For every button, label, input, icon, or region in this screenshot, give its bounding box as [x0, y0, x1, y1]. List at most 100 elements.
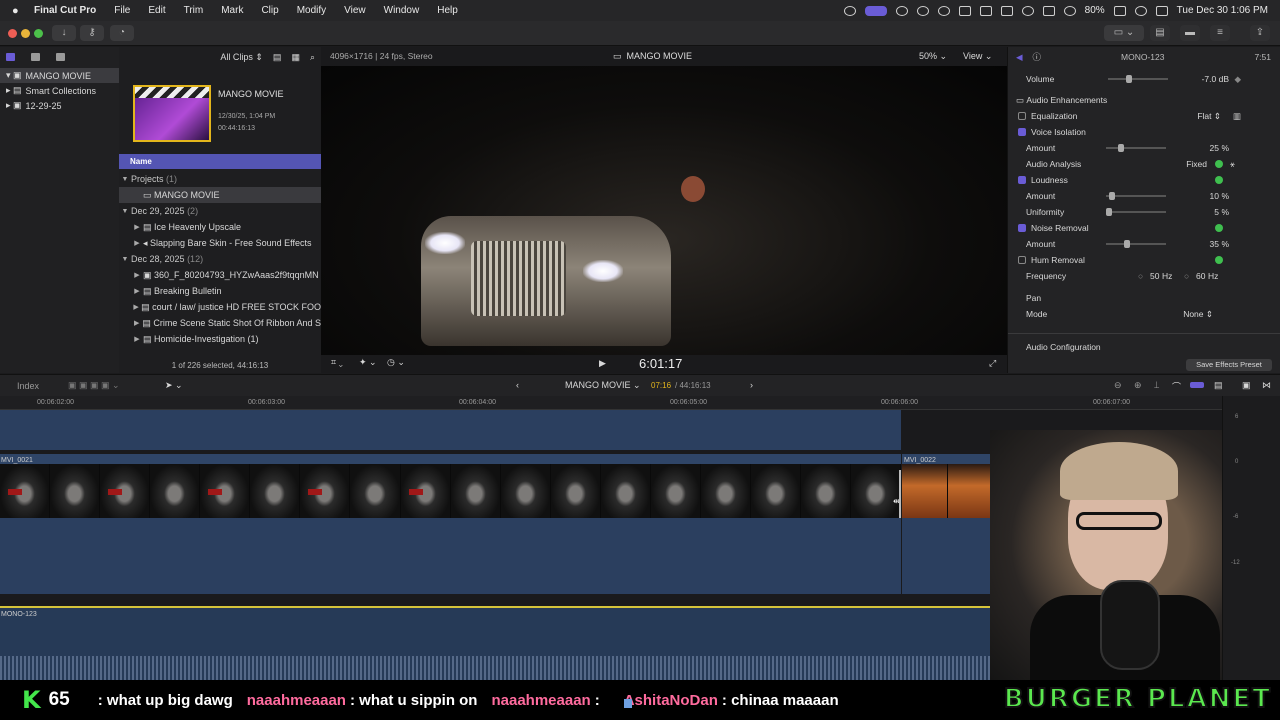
- list-item[interactable]: ▶ ▤ Breaking Bulletin: [119, 283, 321, 299]
- zoom-out-icon[interactable]: ⊖: [1114, 380, 1122, 391]
- keyword-button[interactable]: ⚷: [80, 25, 104, 41]
- voice-isolation-slider[interactable]: [1106, 144, 1166, 152]
- control-center-icon[interactable]: [1155, 5, 1168, 16]
- apple-menu-icon[interactable]: ●: [12, 5, 23, 17]
- list-item[interactable]: ▶ ▣ 360_F_80204793_HYZwAaas2f9tqqnMN: [119, 267, 321, 283]
- zoom-in-icon[interactable]: ⊕: [1134, 380, 1142, 391]
- minimize-window-button[interactable]: [21, 29, 30, 38]
- list-item[interactable]: ▶ ◂ Slapping Bare Skin - Free Sound Effec…: [119, 235, 321, 251]
- search-icon[interactable]: ⌕: [310, 52, 315, 63]
- snapping-toggle[interactable]: [1190, 382, 1204, 388]
- effects-browser-icon[interactable]: ▣: [1242, 380, 1251, 391]
- enhance-tool-menu[interactable]: ✦ ⌄: [359, 357, 377, 368]
- audio-configuration-label[interactable]: Audio Configuration: [1026, 342, 1101, 352]
- edit-point[interactable]: [899, 470, 901, 518]
- loudness-amount-slider[interactable]: [1106, 192, 1166, 200]
- disclosure-closed-icon[interactable]: ▶: [131, 271, 143, 279]
- clip-a-filmstrip[interactable]: [0, 464, 901, 518]
- group-projects[interactable]: ▼ Projects (1): [119, 171, 321, 187]
- library-item-mango-movie[interactable]: ▾ ▣ MANGO MOVIE: [0, 68, 119, 83]
- toggle-inspector-button[interactable]: ≡: [1210, 25, 1230, 41]
- library-item-event[interactable]: ▸ ▣ 12-29-25: [0, 98, 119, 113]
- disclosure-closed-icon[interactable]: ▶: [131, 239, 143, 247]
- background-tasks-button[interactable]: ◔: [110, 25, 134, 41]
- noise-removal-checkbox[interactable]: [1018, 224, 1026, 232]
- import-button[interactable]: ↓: [52, 25, 76, 41]
- view-menu[interactable]: View ⌄: [963, 51, 992, 62]
- play-icon[interactable]: [937, 5, 950, 16]
- bluetooth-icon[interactable]: [1021, 5, 1034, 16]
- volume-icon[interactable]: [958, 5, 971, 16]
- menu-window[interactable]: Window: [384, 5, 420, 16]
- app-menu[interactable]: Final Cut Pro: [34, 5, 96, 16]
- close-window-button[interactable]: [8, 29, 17, 38]
- menu-mark[interactable]: Mark: [221, 5, 243, 16]
- disclosure-closed-icon[interactable]: ▶: [131, 303, 141, 311]
- radio-50hz[interactable]: ○: [1138, 271, 1143, 281]
- disclosure-open-icon[interactable]: ▼: [119, 256, 131, 263]
- wifi-icon[interactable]: [1063, 5, 1076, 16]
- noise-removal-amount[interactable]: 35: [1210, 239, 1219, 249]
- toggle-browser-button[interactable]: ▤: [1150, 25, 1170, 41]
- list-view-icon[interactable]: ▦: [291, 52, 300, 63]
- screen-record-icon[interactable]: [864, 5, 887, 16]
- skimming-icon[interactable]: ⟘: [1154, 380, 1159, 391]
- fullscreen-icon[interactable]: ⤢: [989, 358, 996, 369]
- list-item[interactable]: ▶ ▤ Crime Scene Static Shot Of Ribbon And…: [119, 315, 321, 331]
- group-dec-28[interactable]: ▼ Dec 28, 2025 (12): [119, 251, 321, 267]
- history-back-icon[interactable]: ‹: [516, 380, 519, 390]
- headphones-icon[interactable]: [1042, 5, 1055, 16]
- transitions-icon[interactable]: ⋈: [1262, 380, 1271, 391]
- voice-isolation-checkbox[interactable]: [1018, 128, 1026, 136]
- share-icon[interactable]: ⇪: [1250, 25, 1270, 41]
- loudness-amount[interactable]: 10: [1210, 191, 1219, 201]
- menubar-clock[interactable]: Tue Dec 30 1:06 PM: [1177, 5, 1268, 16]
- battery-icon[interactable]: [1113, 5, 1126, 16]
- volume-value[interactable]: -7.0 dB: [1202, 74, 1229, 84]
- uniformity-slider[interactable]: [1106, 208, 1166, 216]
- disclosure-closed-icon[interactable]: ▶: [131, 287, 143, 295]
- clip-a-audio[interactable]: [0, 518, 901, 594]
- magic-wand-icon[interactable]: ⚹: [1230, 159, 1235, 170]
- clip-filter-menu[interactable]: All Clips ⇕: [220, 52, 263, 63]
- uniformity-value[interactable]: 5: [1214, 207, 1219, 217]
- capture-icon[interactable]: [979, 5, 992, 16]
- eq-graph-icon[interactable]: ▥: [1233, 111, 1241, 122]
- audio-skimming-icon[interactable]: ⌒: [1172, 380, 1181, 393]
- volume-slider[interactable]: [1108, 75, 1168, 83]
- voice-isolation-amount[interactable]: 25: [1210, 143, 1219, 153]
- libraries-icon[interactable]: [6, 53, 15, 61]
- zoom-menu[interactable]: 50% ⌄: [919, 51, 947, 62]
- share-menu-button[interactable]: ▭ ⌄: [1104, 25, 1144, 41]
- menu-edit[interactable]: Edit: [148, 5, 165, 16]
- hum-removal-checkbox[interactable]: [1018, 256, 1026, 264]
- noise-removal-slider[interactable]: [1106, 240, 1166, 248]
- save-effects-preset-button[interactable]: Save Effects Preset: [1186, 359, 1272, 371]
- timer-icon[interactable]: [916, 5, 929, 16]
- loudness-checkbox[interactable]: [1018, 176, 1026, 184]
- photos-audio-icon[interactable]: [31, 53, 40, 61]
- creative-cloud-icon[interactable]: [843, 5, 856, 16]
- transform-tool-menu[interactable]: ⌗ ⌄: [331, 357, 343, 368]
- keyframe-icon[interactable]: ◆: [1234, 74, 1241, 85]
- connected-storyline-upper[interactable]: [0, 410, 901, 450]
- menu-modify[interactable]: Modify: [297, 5, 326, 16]
- menu-file[interactable]: File: [114, 5, 130, 16]
- disclosure-open-icon[interactable]: ▼: [119, 208, 131, 215]
- history-forward-icon[interactable]: ›: [750, 380, 753, 390]
- pan-mode-menu[interactable]: None ⇕: [1183, 309, 1213, 320]
- search-icon[interactable]: [1134, 5, 1147, 16]
- column-header-name[interactable]: Name: [119, 154, 321, 169]
- disclosure-closed-icon[interactable]: ▶: [131, 319, 142, 327]
- toggle-timeline-button[interactable]: ▬: [1180, 25, 1200, 41]
- retime-tool-menu[interactable]: ◷ ⌄: [387, 357, 405, 368]
- clip-appearance-icon[interactable]: ▤: [1214, 380, 1223, 391]
- menu-trim[interactable]: Trim: [184, 5, 204, 16]
- viewer-timecode[interactable]: 6:01:17: [639, 356, 682, 371]
- timeline-ruler[interactable]: 00:06:02:00 00:06:03:00 00:06:04:00 00:0…: [0, 396, 1222, 410]
- disclosure-closed-icon[interactable]: ▶: [131, 335, 143, 343]
- menu-help[interactable]: Help: [437, 5, 458, 16]
- library-item-smart-collections[interactable]: ▸ ▤ Smart Collections: [0, 83, 119, 98]
- index-button[interactable]: Index: [17, 381, 39, 391]
- audio-inspector-tab-icon[interactable]: ◀: [1016, 52, 1023, 63]
